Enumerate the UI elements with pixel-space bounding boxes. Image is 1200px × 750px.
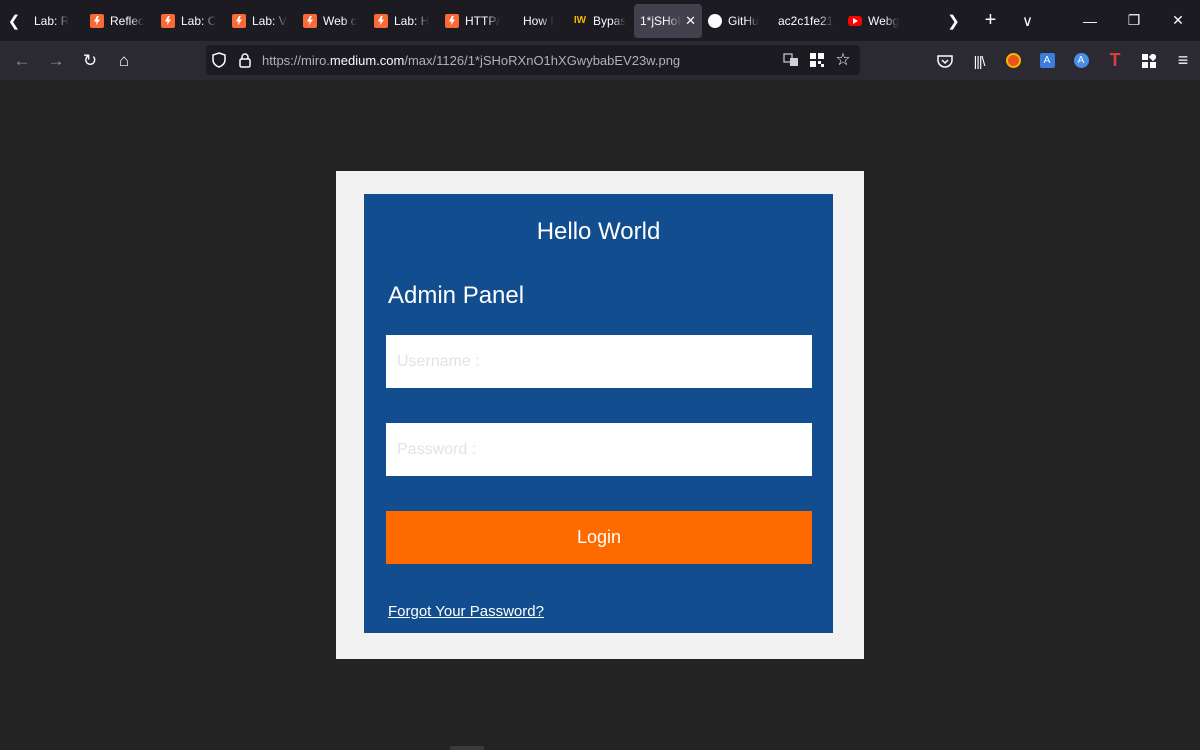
tab-title: HTTP/ <box>465 13 500 28</box>
arrow-right-icon: → <box>47 50 65 70</box>
close-window-button[interactable]: ✕ <box>1156 0 1200 41</box>
extension-fox-icon[interactable] <box>996 45 1030 77</box>
tab[interactable]: Web c <box>297 4 368 38</box>
tab-title: Reflec <box>110 13 145 28</box>
back-button[interactable]: ← <box>5 45 39 77</box>
tab[interactable]: Reflec <box>84 4 155 38</box>
reload-icon: ↻ <box>82 50 98 70</box>
page-viewport: Hello World Admin Panel Login Forgot You… <box>0 80 1200 750</box>
bolt-icon <box>303 13 317 28</box>
close-tab-icon[interactable]: ✕ <box>685 13 696 29</box>
tabs-scroll-left-button[interactable]: ❮ <box>0 0 28 41</box>
tab[interactable]: How I <box>521 4 567 38</box>
bolt-icon <box>374 13 388 28</box>
github-icon <box>708 13 722 28</box>
close-icon: ✕ <box>1172 12 1184 28</box>
tab-strip: ❮ Lab: R Reflec Lab: C Lab: V Web c Lab:… <box>0 0 1200 41</box>
bookmark-star-icon[interactable]: ☆ <box>830 45 856 75</box>
tab[interactable]: Lab: R <box>28 4 84 38</box>
iw-icon: IW <box>573 15 587 26</box>
extension-t-icon[interactable]: T <box>1098 45 1132 77</box>
tab-title: ac2c1fe21 <box>778 13 834 28</box>
extensions-puzzle-icon[interactable] <box>1132 45 1166 77</box>
password-input[interactable] <box>386 423 812 476</box>
tab[interactable]: ac2c1fe21 <box>772 4 842 38</box>
forgot-password-link[interactable]: Forgot Your Password? <box>388 603 544 620</box>
tab-title: Lab: H <box>394 13 430 28</box>
url-prefix: https://miro. <box>262 52 330 68</box>
image-frame: Hello World Admin Panel Login Forgot You… <box>336 171 864 659</box>
tab[interactable]: IW Bypas <box>567 4 634 38</box>
pocket-icon[interactable] <box>928 45 962 77</box>
tab-title: Bypas <box>593 13 627 28</box>
restore-button[interactable]: ❐ <box>1112 0 1156 41</box>
chevron-left-icon: ❮ <box>7 12 21 30</box>
bolt-icon <box>161 13 175 28</box>
qr-code-icon[interactable] <box>804 45 830 75</box>
minimize-button[interactable]: — <box>1068 0 1112 41</box>
youtube-icon <box>848 15 862 26</box>
tab-title: Lab: C <box>181 13 217 28</box>
reload-button[interactable]: ↻ <box>73 45 107 77</box>
tab-title: How I <box>523 13 554 28</box>
tab[interactable]: HTTP/ <box>439 4 521 38</box>
extension-language-icon[interactable]: A <box>1064 45 1098 77</box>
login-button[interactable]: Login <box>386 511 812 564</box>
tab-title: Lab: R <box>34 13 70 28</box>
username-input[interactable] <box>386 335 812 388</box>
tracking-protection-shield-icon[interactable] <box>206 45 232 75</box>
page-heading: Hello World <box>536 218 661 245</box>
bolt-icon <box>232 13 246 28</box>
navigation-toolbar: ← → ↻ ⌂ https://miro.medium.com/max/1126… <box>0 41 1200 80</box>
restore-icon: ❐ <box>1127 12 1141 28</box>
new-tab-button[interactable]: + <box>972 0 1009 41</box>
tab-title: GitHu <box>728 13 759 28</box>
url-path: /max/1126/1*jSHoRXnO1hXGwybabEV23w.png <box>404 52 681 68</box>
tabbar-controls: ❯ + ∨ — ❐ ✕ <box>935 0 1200 41</box>
url-text[interactable]: https://miro.medium.com/max/1126/1*jSHoR… <box>262 53 680 68</box>
tabs-scroll-right-button[interactable]: ❯ <box>935 0 972 41</box>
plus-icon: + <box>984 9 997 31</box>
tab[interactable]: Webg <box>842 4 906 38</box>
chevron-down-icon: ∨ <box>1022 12 1033 30</box>
tab-list: Lab: R Reflec Lab: C Lab: V Web c Lab: H… <box>28 0 906 41</box>
bolt-icon <box>445 13 459 28</box>
panel-title: Admin Panel <box>388 282 525 309</box>
url-bar-actions: ☆ <box>778 45 856 75</box>
tab[interactable]: Lab: H <box>368 4 439 38</box>
translate-icon[interactable] <box>778 45 804 75</box>
tab-title: 1*jSHoR <box>640 13 682 28</box>
scroll-indicator <box>450 746 484 750</box>
minimize-icon: — <box>1083 12 1097 29</box>
login-panel: Hello World Admin Panel Login Forgot You… <box>364 194 833 633</box>
tab-title: Web c <box>323 13 357 28</box>
library-icon[interactable]: |||\ <box>962 45 996 77</box>
tab[interactable]: GitHu <box>702 4 772 38</box>
menu-hamburger-icon[interactable]: ≡ <box>1166 45 1200 77</box>
lock-icon[interactable] <box>232 45 258 75</box>
tab-active[interactable]: 1*jSHoR ✕ <box>634 3 702 38</box>
tab[interactable]: Lab: C <box>155 4 226 38</box>
arrow-left-icon: ← <box>13 50 31 70</box>
url-host: medium.com <box>329 52 405 68</box>
toolbar-extensions: |||\ A A T ≡ <box>928 41 1200 80</box>
tab-title: Lab: V <box>252 13 287 28</box>
tab-title: Webg <box>868 13 900 28</box>
list-all-tabs-button[interactable]: ∨ <box>1009 0 1046 41</box>
home-button[interactable]: ⌂ <box>107 45 141 77</box>
forward-button[interactable]: → <box>39 45 73 77</box>
home-icon: ⌂ <box>118 50 130 70</box>
bolt-icon <box>90 13 104 28</box>
tab[interactable]: Lab: V <box>226 4 297 38</box>
chevron-right-icon: ❯ <box>947 12 960 30</box>
url-bar[interactable]: https://miro.medium.com/max/1126/1*jSHoR… <box>206 45 860 75</box>
extension-translate-icon[interactable]: A <box>1030 45 1064 77</box>
